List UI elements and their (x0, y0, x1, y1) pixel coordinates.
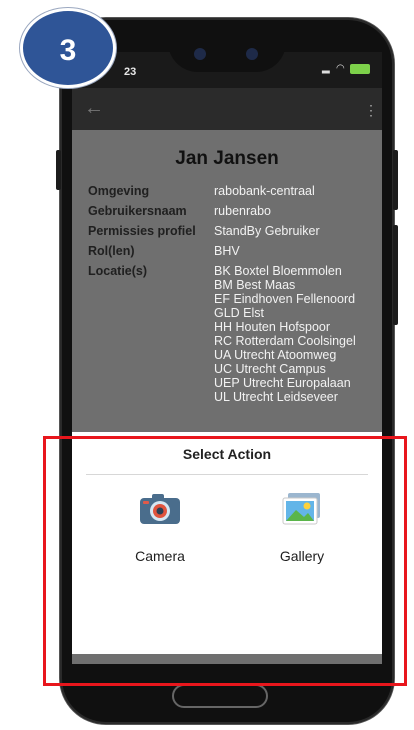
home-button[interactable] (172, 684, 268, 708)
profile-name: Jan Jansen (175, 148, 279, 169)
location-item: HH Houten Hofspoor (214, 320, 331, 334)
phone-button-right-top (393, 150, 398, 210)
location-item: RC Rotterdam Coolsingel (214, 334, 356, 348)
detail-row-locaties: Locatie(s) BK Boxtel Bloemmolen BM Best … (88, 264, 382, 404)
detail-value: StandBy Gebruiker (214, 224, 320, 238)
detail-label: Permissies profiel (88, 224, 196, 238)
location-item: UC Utrecht Campus (214, 362, 326, 376)
phone-button-left (56, 150, 61, 190)
detail-value: rubenrabo (214, 204, 271, 218)
app-bar: ← ⋮ (72, 88, 382, 130)
profile-details: Omgeving rabobank-centraal Gebruikersnaa… (88, 184, 382, 410)
status-time: 23 (124, 66, 137, 78)
detail-row-gebruikersnaam: Gebruikersnaam rubenrabo (88, 204, 382, 218)
location-item: UA Utrecht Atoomweg (214, 348, 337, 362)
front-camera-icon (194, 48, 206, 60)
location-list: BK Boxtel Bloemmolen BM Best Maas EF Ein… (214, 264, 382, 404)
detail-label: Omgeving (88, 184, 150, 198)
location-item: EF Eindhoven Fellenoord (214, 292, 356, 306)
highlight-box (43, 436, 407, 686)
location-item: UEP Utrecht Europalaan (214, 376, 351, 390)
detail-value: rabobank-centraal (214, 184, 315, 198)
detail-label: Locatie(s) (88, 264, 148, 278)
detail-row-rollen: Rol(len) BHV (88, 244, 382, 258)
back-arrow-icon[interactable]: ← (84, 98, 104, 118)
detail-value: BHV (214, 244, 240, 258)
detail-row-omgeving: Omgeving rabobank-centraal (88, 184, 382, 198)
status-icons: ▂ ◠ (322, 64, 370, 74)
sensor-icon (246, 48, 258, 60)
battery-icon (350, 64, 370, 74)
detail-row-permissies: Permissies profiel StandBy Gebruiker (88, 224, 382, 238)
more-vert-icon[interactable]: ⋮ (364, 102, 378, 118)
phone-notch (168, 40, 286, 72)
location-item: GLD Elst (214, 306, 265, 320)
location-item: UL Utrecht Leidseveer (214, 390, 338, 404)
location-item: BM Best Maas (214, 278, 296, 292)
step-badge: 3 (20, 8, 116, 88)
phone-button-right-bottom (393, 225, 398, 325)
detail-label: Rol(len) (88, 244, 135, 258)
detail-label: Gebruikersnaam (88, 204, 187, 218)
signal-icon: ▂ (322, 63, 330, 74)
location-item: BK Boxtel Bloemmolen (214, 264, 342, 278)
wifi-icon: ◠ (336, 63, 345, 74)
